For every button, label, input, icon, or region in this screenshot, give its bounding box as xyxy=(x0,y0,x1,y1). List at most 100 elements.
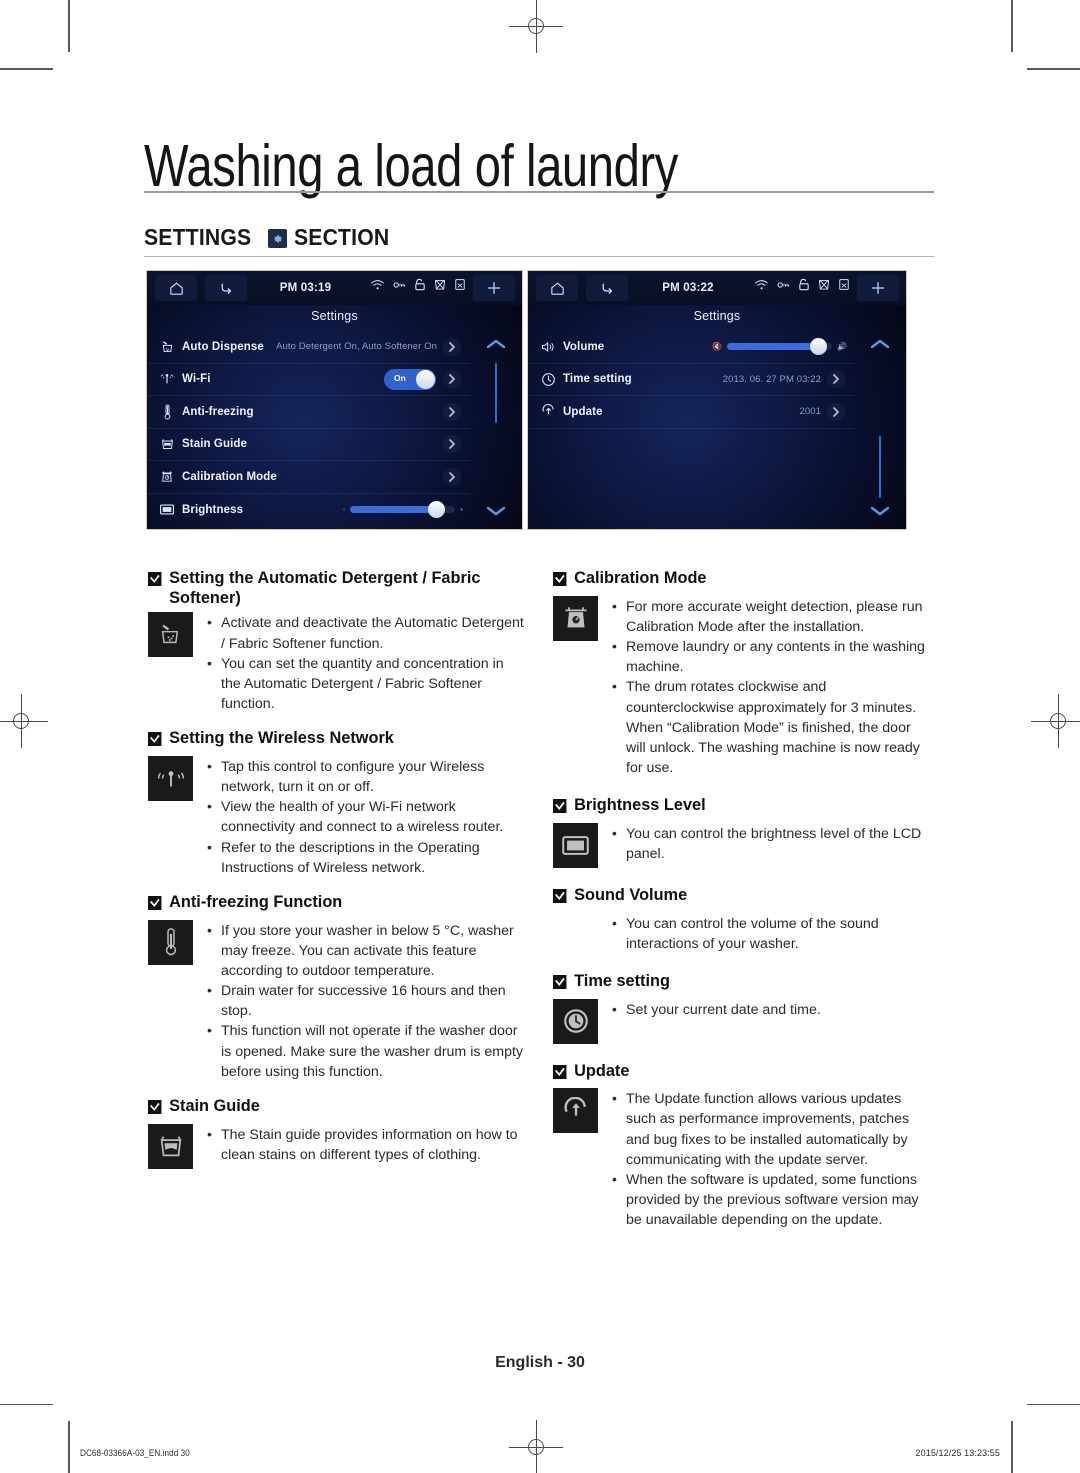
section-heading-text: Anti-freezing Function xyxy=(169,891,343,911)
settings-screen-page-2[interactable]: PM 03:22 Settings Volume 🔇 🔊 Time settin… xyxy=(527,270,907,530)
section-body: • Activate and deactivate the Automatic D… xyxy=(148,612,526,714)
chevron-up-icon[interactable] xyxy=(485,337,507,356)
lcd-row-update[interactable]: Update 2001 xyxy=(528,396,854,429)
toggle-knob xyxy=(416,369,435,389)
bullet-dot: • xyxy=(612,1000,617,1017)
bullet-item: • When the software is updated, some func… xyxy=(607,1170,931,1230)
bullet-text: The Update function allows various updat… xyxy=(626,1091,910,1168)
section-body: • For more accurate weight detection, ple… xyxy=(553,595,931,778)
settings-screen-page-1[interactable]: PM 03:19 Settings Auto Dispense Auto Det… xyxy=(146,270,523,530)
lcd-row-calibration-mode[interactable]: Calibration Mode xyxy=(147,461,470,494)
chevron-right-icon[interactable] xyxy=(443,435,461,454)
lcd-row-anti-freezing[interactable]: Anti-freezing xyxy=(147,396,470,429)
checkbox-bullet-icon xyxy=(553,888,567,908)
auto-dispense-icon xyxy=(156,339,178,354)
page-number: English - 30 xyxy=(495,1354,585,1371)
checkbox-bullet-icon xyxy=(148,571,162,591)
update-icon xyxy=(553,1088,598,1134)
lcd-row-brightness[interactable]: Brightness ▫ ▪ xyxy=(147,494,470,527)
section-heading-text: Time setting xyxy=(574,970,670,990)
section-calibration-mode: Calibration Mode • For more accurate weig… xyxy=(553,568,931,778)
home-icon[interactable] xyxy=(155,275,197,301)
slider-track[interactable] xyxy=(350,501,456,519)
brightness-low-icon: ▫ xyxy=(342,505,346,515)
bullet-item: • If you store your washer in below 5 °C,… xyxy=(202,921,526,981)
slider-knob[interactable] xyxy=(428,501,446,519)
slider-fill xyxy=(727,343,819,351)
lcd-row-label: Time setting xyxy=(563,373,632,386)
brightness-slider[interactable]: ▫ ▪ xyxy=(342,501,463,519)
section-body: • If you store your washer in below 5 °C,… xyxy=(148,919,526,1082)
crop-mark-bottom-right-horizontal xyxy=(1027,1403,1080,1405)
crop-mark-top-right-vertical xyxy=(1011,0,1013,52)
lcd-settings-list-2: Volume 🔇 🔊 Time setting 2013. 06. 27 PM … xyxy=(528,331,854,529)
back-arrow-icon[interactable] xyxy=(205,275,247,301)
home-icon[interactable] xyxy=(536,275,578,301)
title-divider xyxy=(144,191,934,193)
crop-mark-top-left-horizontal xyxy=(0,68,53,70)
section-anti-freezing: Anti-freezing Function • If you store you… xyxy=(148,892,526,1082)
lcd-row-auto-dispense[interactable]: Auto Dispense Auto Detergent On, Auto So… xyxy=(147,331,470,364)
bullet-dot: • xyxy=(207,614,212,631)
section-heading: Setting the Wireless Network xyxy=(148,728,511,751)
scrollbar-thumb[interactable] xyxy=(495,363,497,423)
footer-file-name: DC68-03366A-03_EN.indd 30 xyxy=(80,1448,190,1458)
checkbox-bullet-icon xyxy=(148,895,162,915)
scrollbar-thumb[interactable] xyxy=(879,436,881,498)
bullet-dot: • xyxy=(207,1022,212,1039)
slider-knob[interactable] xyxy=(810,338,828,356)
stain-guide-icon xyxy=(148,1123,193,1169)
chevron-right-icon[interactable] xyxy=(827,370,845,389)
crop-mark-bottom-right-vertical xyxy=(1011,1421,1013,1473)
section-heading-text: Stain Guide xyxy=(169,1095,260,1115)
bullet-text: Tap this control to configure your Wirel… xyxy=(221,758,485,796)
lcd-row-wifi[interactable]: Wi-Fi On xyxy=(147,364,470,396)
wifi-toggle[interactable]: On xyxy=(384,368,436,390)
section-heading: Stain Guide xyxy=(148,1096,511,1119)
stain-guide-icon xyxy=(156,437,178,451)
section-heading-before: SETTINGS xyxy=(144,224,252,250)
lcd-top-bar-1: PM 03:19 xyxy=(147,271,522,305)
plus-icon[interactable] xyxy=(857,275,899,301)
slider-track[interactable] xyxy=(727,338,833,356)
plus-icon[interactable] xyxy=(473,275,515,301)
bullet-text: You can set the quantity and concentrati… xyxy=(221,655,504,713)
lcd-row-volume[interactable]: Volume 🔇 🔊 xyxy=(528,331,854,364)
bullet-list: • The Stain guide provides information on… xyxy=(202,1124,526,1169)
chevron-up-icon[interactable] xyxy=(869,337,891,356)
section-heading: Brightness Level xyxy=(553,795,916,818)
volume-slider[interactable]: 🔇 🔊 xyxy=(712,338,847,356)
back-arrow-icon[interactable] xyxy=(586,275,628,301)
bullet-text: The drum rotates clockwise and countercl… xyxy=(626,679,920,776)
bullet-dot: • xyxy=(207,921,212,938)
lcd-row-stain-guide[interactable]: Stain Guide xyxy=(147,429,470,461)
checkbox-bullet-icon xyxy=(553,974,567,994)
lcd-row-label: Brightness xyxy=(182,503,244,516)
chevron-right-icon[interactable] xyxy=(443,467,461,486)
section-wireless-network: Setting the Wireless Network • Tap this c… xyxy=(148,728,526,878)
chevron-right-icon[interactable] xyxy=(443,370,461,389)
speaker-icon xyxy=(537,340,559,354)
bullet-item: • You can control the brightness level of… xyxy=(607,824,931,864)
bullet-dot: • xyxy=(612,678,617,695)
bullet-text: Drain water for successive 16 hours and … xyxy=(221,983,506,1020)
bullet-text: For more accurate weight detection, plea… xyxy=(626,598,923,635)
lcd-row-time-setting[interactable]: Time setting 2013. 06. 27 PM 03:22 xyxy=(528,364,854,396)
chevron-down-icon[interactable] xyxy=(485,504,507,523)
crop-mark-bottom-left-horizontal xyxy=(0,1403,53,1405)
lock-open-icon xyxy=(799,278,809,291)
left-content-column: Setting the Automatic Detergent / Fabric… xyxy=(148,568,526,1175)
chevron-right-icon[interactable] xyxy=(443,402,461,421)
section-divider xyxy=(144,256,934,257)
brightness-high-icon: ▪ xyxy=(460,505,463,515)
chevron-right-icon[interactable] xyxy=(443,337,461,356)
bullet-list: • Set your current date and time. xyxy=(607,999,931,1044)
section-heading-text: Setting the Wireless Network xyxy=(169,728,394,748)
checkbox-bullet-icon xyxy=(148,731,162,751)
bullet-text: You can control the volume of the sound … xyxy=(626,915,879,952)
bullet-list: • Activate and deactivate the Automatic D… xyxy=(202,612,526,714)
chevron-right-icon[interactable] xyxy=(827,402,845,421)
wifi-icon xyxy=(371,279,384,289)
chevron-down-icon[interactable] xyxy=(869,504,891,523)
scale-icon xyxy=(553,595,598,641)
